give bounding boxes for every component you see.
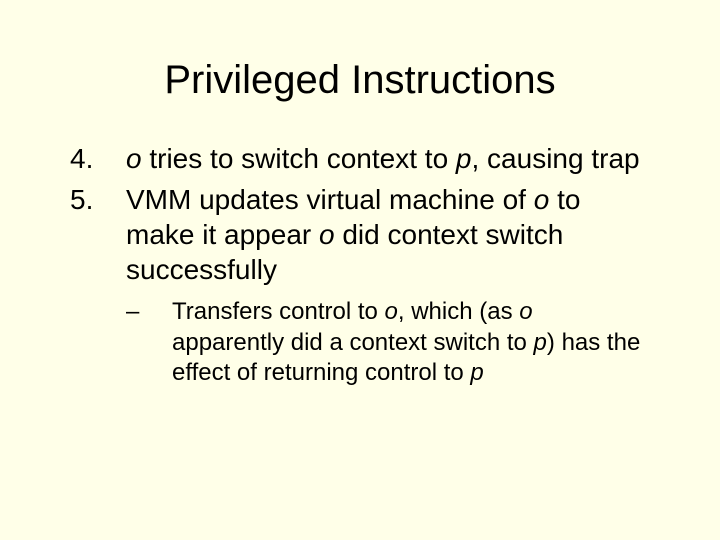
sub-item: – Transfers control to o, which (as o ap… xyxy=(126,297,672,389)
sub-text: Transfers control to o, which (as o appa… xyxy=(172,297,646,389)
list-text: o tries to switch context to p, causing … xyxy=(126,141,650,176)
slide-title: Privileged Instructions xyxy=(48,58,672,103)
list-text: VMM updates virtual machine of o to make… xyxy=(126,182,650,287)
list-item: 4. o tries to switch context to p, causi… xyxy=(70,141,650,176)
slide: Privileged Instructions 4. o tries to sw… xyxy=(0,0,720,540)
sub-bullet: – xyxy=(126,297,172,389)
list-number: 5. xyxy=(70,182,126,287)
list-item: 5. VMM updates virtual machine of o to m… xyxy=(70,182,650,287)
list-number: 4. xyxy=(70,141,126,176)
main-list: 4. o tries to switch context to p, causi… xyxy=(48,141,672,287)
